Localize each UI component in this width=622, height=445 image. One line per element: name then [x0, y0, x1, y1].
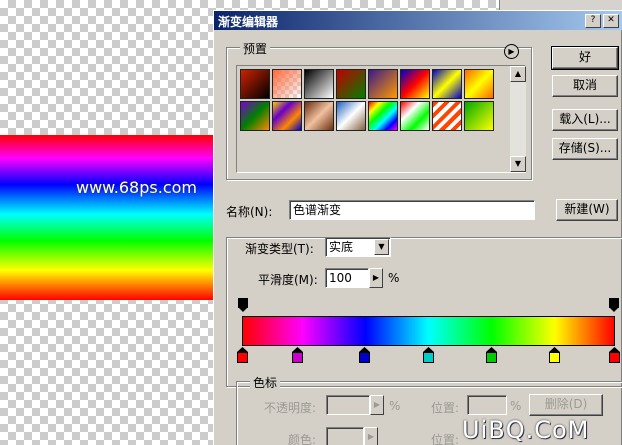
cancel-button[interactable]: 取消 [552, 75, 618, 97]
opacity-unit: % [389, 399, 401, 413]
color-stop-3[interactable] [422, 347, 434, 363]
close-button[interactable]: ✕ [603, 14, 619, 28]
presets-menu-icon[interactable]: ▶ [504, 44, 519, 59]
color-stop-4[interactable] [485, 347, 497, 363]
gradient-type-select[interactable]: 实底 ▼ [325, 237, 391, 257]
preset-swatch-blue-yellow-blue[interactable] [432, 69, 462, 99]
load-button[interactable]: 载入(L)... [552, 109, 618, 131]
presets-grid [236, 65, 526, 173]
smoothness-label: 平滑度(M): [258, 273, 318, 287]
preset-swatch-spectrum[interactable] [368, 101, 398, 131]
color-swatch-field[interactable] [326, 427, 364, 445]
opacity-location-unit: % [510, 399, 522, 413]
name-label: 名称(N): [226, 205, 273, 219]
name-field[interactable]: 色谱渐变 [289, 200, 535, 220]
preset-swatch-blue-red-yellow[interactable] [400, 69, 430, 99]
color-label: 颜色: [288, 433, 317, 445]
spectrum-image [0, 135, 213, 300]
watermark-text: www.68ps.com [76, 178, 197, 197]
color-stop-0[interactable] [236, 347, 248, 363]
preset-swatch-violet-orange[interactable] [368, 69, 398, 99]
opacity-stop-left[interactable] [238, 298, 248, 312]
preset-swatch-transparent-rainbow[interactable] [400, 101, 430, 131]
dialog-title: 渐变编辑器 [218, 15, 279, 29]
opacity-location-label: 位置: [431, 401, 460, 415]
preset-swatch-green-yellow[interactable] [464, 101, 494, 131]
ok-button[interactable]: 好 [551, 46, 619, 70]
color-location-label: 位置: [431, 433, 460, 445]
opacity-stop-right[interactable] [609, 298, 619, 312]
preset-swatch-foreground-to-background[interactable] [240, 69, 270, 99]
gradient-preview-bar[interactable] [242, 316, 615, 346]
preset-swatch-orange-yellow-orange[interactable] [464, 69, 494, 99]
color-stop-5[interactable] [548, 347, 560, 363]
preset-swatch-copper[interactable] [304, 101, 334, 131]
preset-swatch-chrome[interactable] [336, 101, 366, 131]
preset-swatch-violet-green-orange[interactable] [240, 101, 270, 131]
stops-legend: 色标 [250, 374, 281, 391]
delete-opacity-button[interactable]: 删除(D) [529, 394, 603, 416]
gradient-group [226, 237, 622, 387]
help-button[interactable]: ? [585, 14, 601, 28]
gradient-type-value: 实底 [329, 240, 354, 254]
chevron-down-icon[interactable]: ▼ [374, 239, 389, 255]
new-button[interactable]: 新建(W) [556, 199, 618, 221]
color-stop-6[interactable] [608, 347, 620, 363]
preset-swatch-foreground-to-transparent[interactable] [272, 69, 302, 99]
opacity-field[interactable] [326, 395, 370, 415]
smoothness-popup-icon[interactable]: ▶ [369, 268, 383, 288]
opacity-label: 不透明度: [264, 401, 317, 415]
preset-swatch-black-white[interactable] [304, 69, 334, 99]
save-button[interactable]: 存储(S)... [552, 138, 618, 160]
preset-swatch-transparent-stripes[interactable] [432, 101, 462, 131]
presets-legend: 预置 [240, 40, 271, 57]
scroll-up-icon[interactable]: ▲ [510, 66, 526, 82]
preset-swatch-yellow-violet-orange-blue[interactable] [272, 101, 302, 131]
preset-swatch-red-green[interactable] [336, 69, 366, 99]
opacity-popup-icon[interactable]: ▶ [370, 395, 384, 415]
color-stop-2[interactable] [359, 347, 371, 363]
presets-scrollbar[interactable]: ▲ ▼ [510, 66, 526, 172]
gradient-editor-dialog: 渐变编辑器 ? ✕ 预置 ▶ ▲ ▼ 好 取消 载入(L)... 存储(S)..… [213, 10, 622, 445]
gradient-type-label: 渐变类型(T): [245, 242, 314, 256]
smoothness-unit: % [388, 271, 400, 285]
title-bar: 渐变编辑器 ? ✕ [214, 11, 622, 30]
opacity-location-field[interactable] [467, 395, 507, 415]
color-stop-1[interactable] [292, 347, 304, 363]
smoothness-field[interactable]: 100 [325, 268, 369, 288]
color-popup-icon[interactable]: ▶ [364, 427, 378, 445]
scroll-down-icon[interactable]: ▼ [510, 156, 526, 172]
site-watermark: UiBQ.CoM [462, 416, 590, 444]
